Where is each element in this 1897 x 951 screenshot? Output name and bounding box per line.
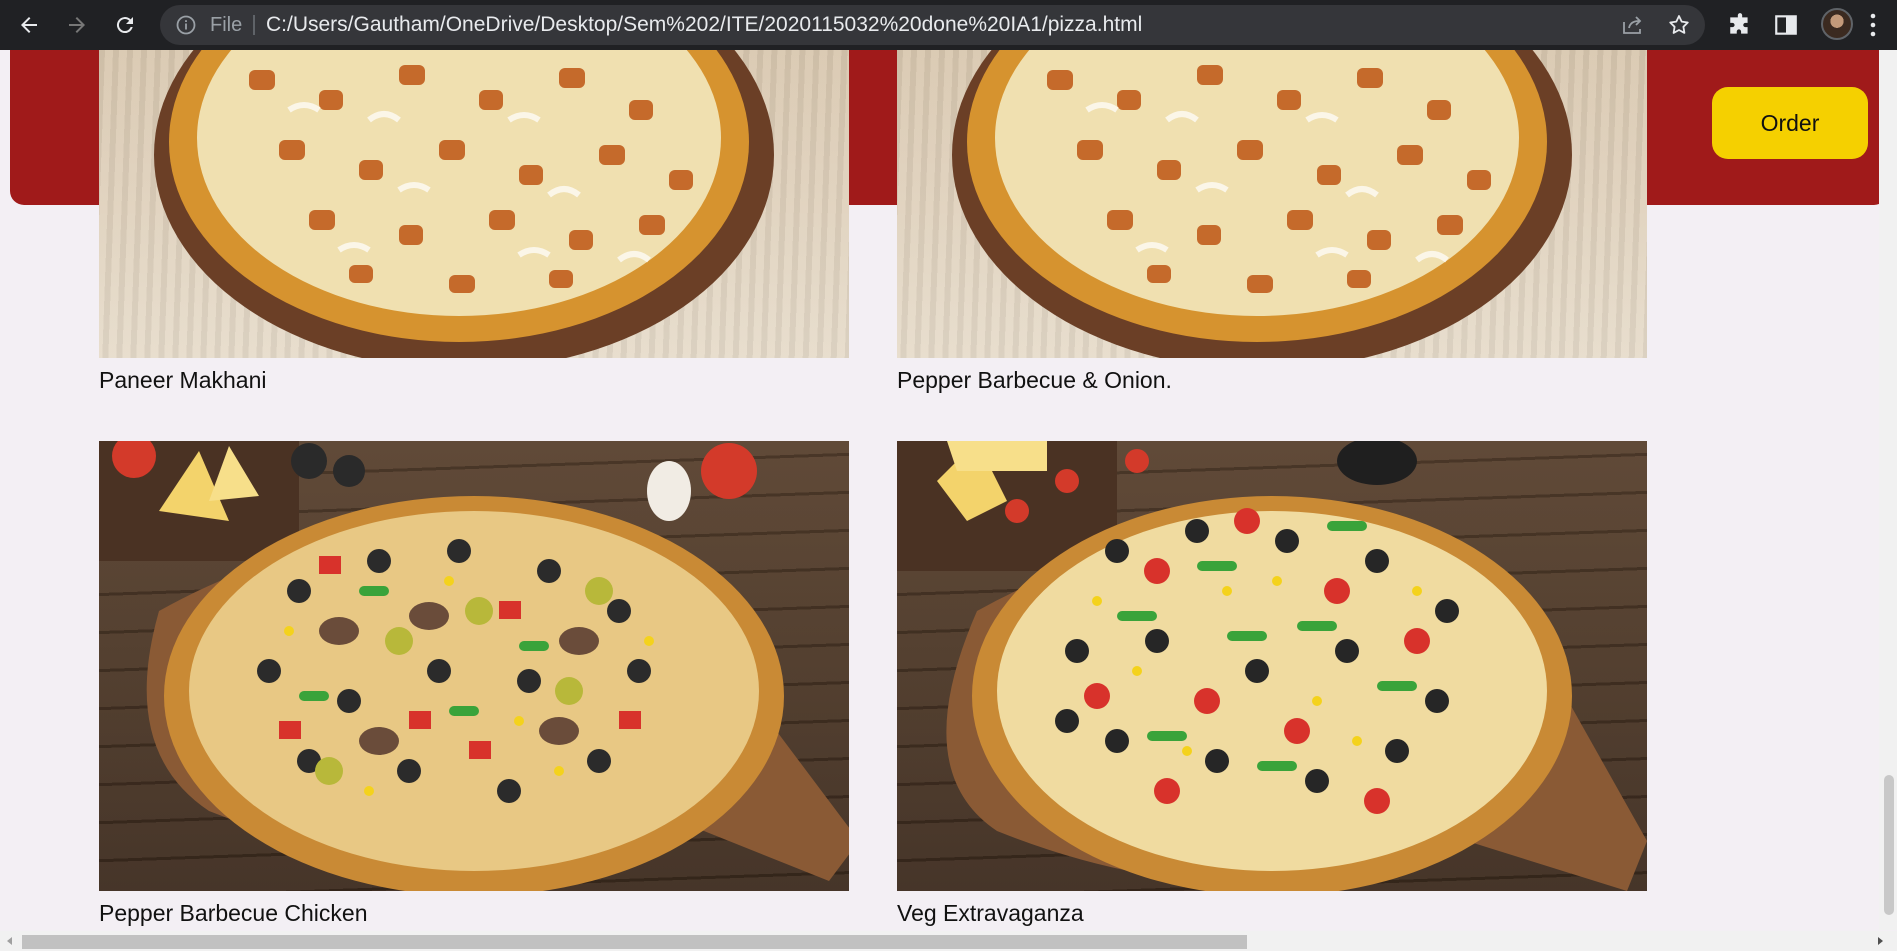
pizza-card[interactable]: Pepper Barbecue Chicken [99, 441, 849, 927]
pizza-image [897, 50, 1647, 358]
pizza-card[interactable]: Veg Extravaganza [897, 441, 1647, 927]
pizza-image [99, 441, 849, 891]
puzzle-icon[interactable] [1727, 12, 1753, 38]
menu-icon[interactable] [1870, 12, 1876, 38]
pizza-name: Pepper Barbecue Chicken [99, 900, 368, 926]
avatar[interactable] [1821, 8, 1853, 40]
star-icon[interactable] [1667, 13, 1691, 37]
share-icon[interactable] [1621, 14, 1643, 36]
forward-icon [69, 17, 85, 33]
omnibox-divider [253, 15, 255, 35]
file-label: File [210, 14, 243, 36]
page-viewport: Order Paneer Makhani Pepper Barbecue & O… [0, 50, 1897, 951]
pizza-card[interactable]: Paneer Makhani [99, 50, 849, 394]
back-button[interactable] [13, 9, 45, 41]
url-text[interactable]: C:/Users/Gautham/OneDrive/Desktop/Sem%20… [266, 5, 1142, 45]
pizza-image [897, 441, 1647, 891]
pizza-name: Veg Extravaganza [897, 900, 1084, 926]
horizontal-scrollbar[interactable] [0, 931, 1897, 951]
back-icon [21, 17, 37, 33]
order-button[interactable]: Order [1712, 87, 1868, 159]
vertical-scroll-thumb[interactable] [1884, 775, 1894, 915]
forward-button[interactable] [61, 9, 93, 41]
pizza-name: Paneer Makhani [99, 367, 267, 393]
sidepanel-icon[interactable] [1773, 12, 1799, 38]
reload-icon [116, 17, 133, 34]
pizza-card[interactable]: Pepper Barbecue & Onion. [897, 50, 1647, 394]
vertical-scrollbar[interactable] [1879, 50, 1897, 930]
info-icon[interactable] [176, 15, 196, 35]
scroll-left-icon[interactable] [3, 934, 17, 948]
pizza-name: Pepper Barbecue & Onion. [897, 367, 1172, 393]
reload-button[interactable] [109, 9, 141, 41]
horizontal-scroll-thumb[interactable] [22, 935, 1247, 949]
scroll-right-icon[interactable] [1873, 934, 1887, 948]
browser-toolbar: File C:/Users/Gautham/OneDrive/Desktop/S… [0, 0, 1897, 50]
address-bar[interactable]: File C:/Users/Gautham/OneDrive/Desktop/S… [160, 5, 1705, 45]
pizza-image [99, 50, 849, 358]
